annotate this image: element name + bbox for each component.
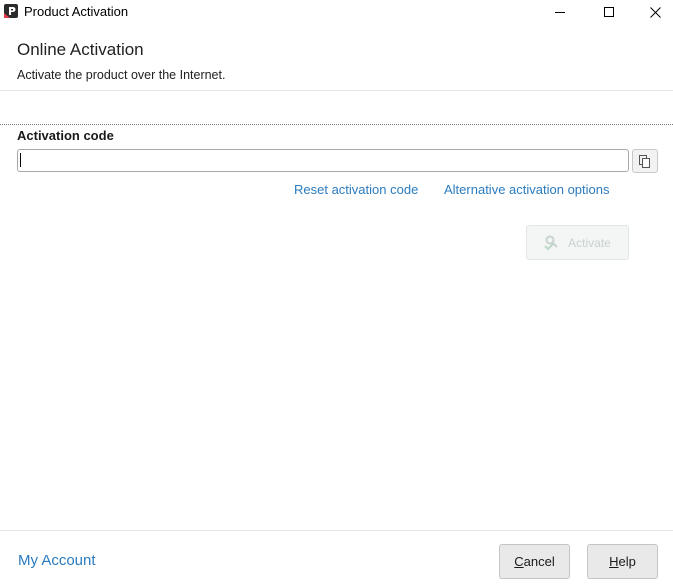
close-button[interactable] xyxy=(632,0,673,24)
key-check-icon xyxy=(544,235,558,250)
header-divider xyxy=(0,90,673,91)
page-title: Online Activation xyxy=(17,40,144,59)
title-bar: Product Activation xyxy=(0,0,673,24)
maximize-icon xyxy=(604,7,614,17)
activation-code-label: Activation code xyxy=(17,128,114,143)
paste-icon xyxy=(639,154,650,168)
close-icon xyxy=(649,6,661,18)
reset-activation-code-link[interactable]: Reset activation code xyxy=(294,182,418,197)
cancel-button-label: Cancel xyxy=(514,554,555,569)
cancel-button[interactable]: Cancel xyxy=(499,544,570,579)
activation-code-input[interactable] xyxy=(17,149,629,172)
page-subtitle: Activate the product over the Internet. xyxy=(17,68,226,82)
footer-divider xyxy=(0,530,673,531)
help-button[interactable]: Help xyxy=(587,544,658,579)
alternative-activation-options-link[interactable]: Alternative activation options xyxy=(444,182,609,197)
maximize-button[interactable] xyxy=(586,0,632,24)
activate-button-label: Activate xyxy=(568,235,611,250)
section-divider xyxy=(0,124,673,125)
product-activation-window: Product Activation Online Activation Act… xyxy=(0,0,673,584)
minimize-icon xyxy=(555,12,565,13)
my-account-link[interactable]: My Account xyxy=(18,552,96,569)
text-caret xyxy=(20,153,21,167)
paste-button[interactable] xyxy=(632,149,658,173)
app-logo-icon xyxy=(4,4,18,18)
minimize-button[interactable] xyxy=(537,0,583,24)
window-title: Product Activation xyxy=(24,4,129,19)
help-button-label: Help xyxy=(609,554,636,569)
activate-button[interactable]: Activate xyxy=(526,225,629,260)
